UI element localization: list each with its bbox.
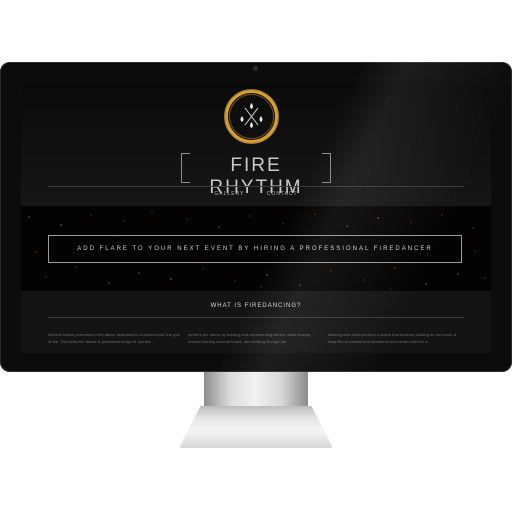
monitor-bezel: FIRE RHYTHM GALLERY CONTACT ADD FLARE TO… (0, 62, 512, 372)
header-divider (48, 186, 464, 187)
about-section: WHAT IS FIREDANCING? Ancient Aztecs perf… (21, 291, 491, 353)
nav-item-contact[interactable]: CONTACT (267, 191, 298, 197)
monitor-stand-base (179, 406, 333, 448)
text-column-3: dancing men often perform a dance that i… (328, 332, 457, 344)
section-title: WHAT IS FIREDANCING? (210, 303, 302, 309)
hero-banner: ADD FLARE TO YOUR NEXT EVENT BY HIRING A… (21, 207, 491, 291)
fire-ring-logo-icon[interactable] (221, 86, 282, 147)
nav-item-gallery[interactable]: GALLERY (214, 191, 244, 197)
hire-firedancer-cta-button[interactable]: ADD FLARE TO YOUR NEXT EVENT BY HIRING A… (48, 235, 462, 263)
website-screen: FIRE RHYTHM GALLERY CONTACT ADD FLARE TO… (21, 83, 491, 353)
brand-block: FIRE RHYTHM (181, 153, 331, 198)
section-divider (48, 317, 464, 318)
site-header: FIRE RHYTHM GALLERY CONTACT (21, 83, 491, 206)
webcam-icon (253, 66, 258, 71)
text-column-1: Ancient Aztecs performed a fire dance de… (48, 332, 180, 344)
text-column-2: perform the dance by holding rods repres… (188, 332, 311, 344)
main-nav: GALLERY CONTACT (21, 191, 491, 207)
